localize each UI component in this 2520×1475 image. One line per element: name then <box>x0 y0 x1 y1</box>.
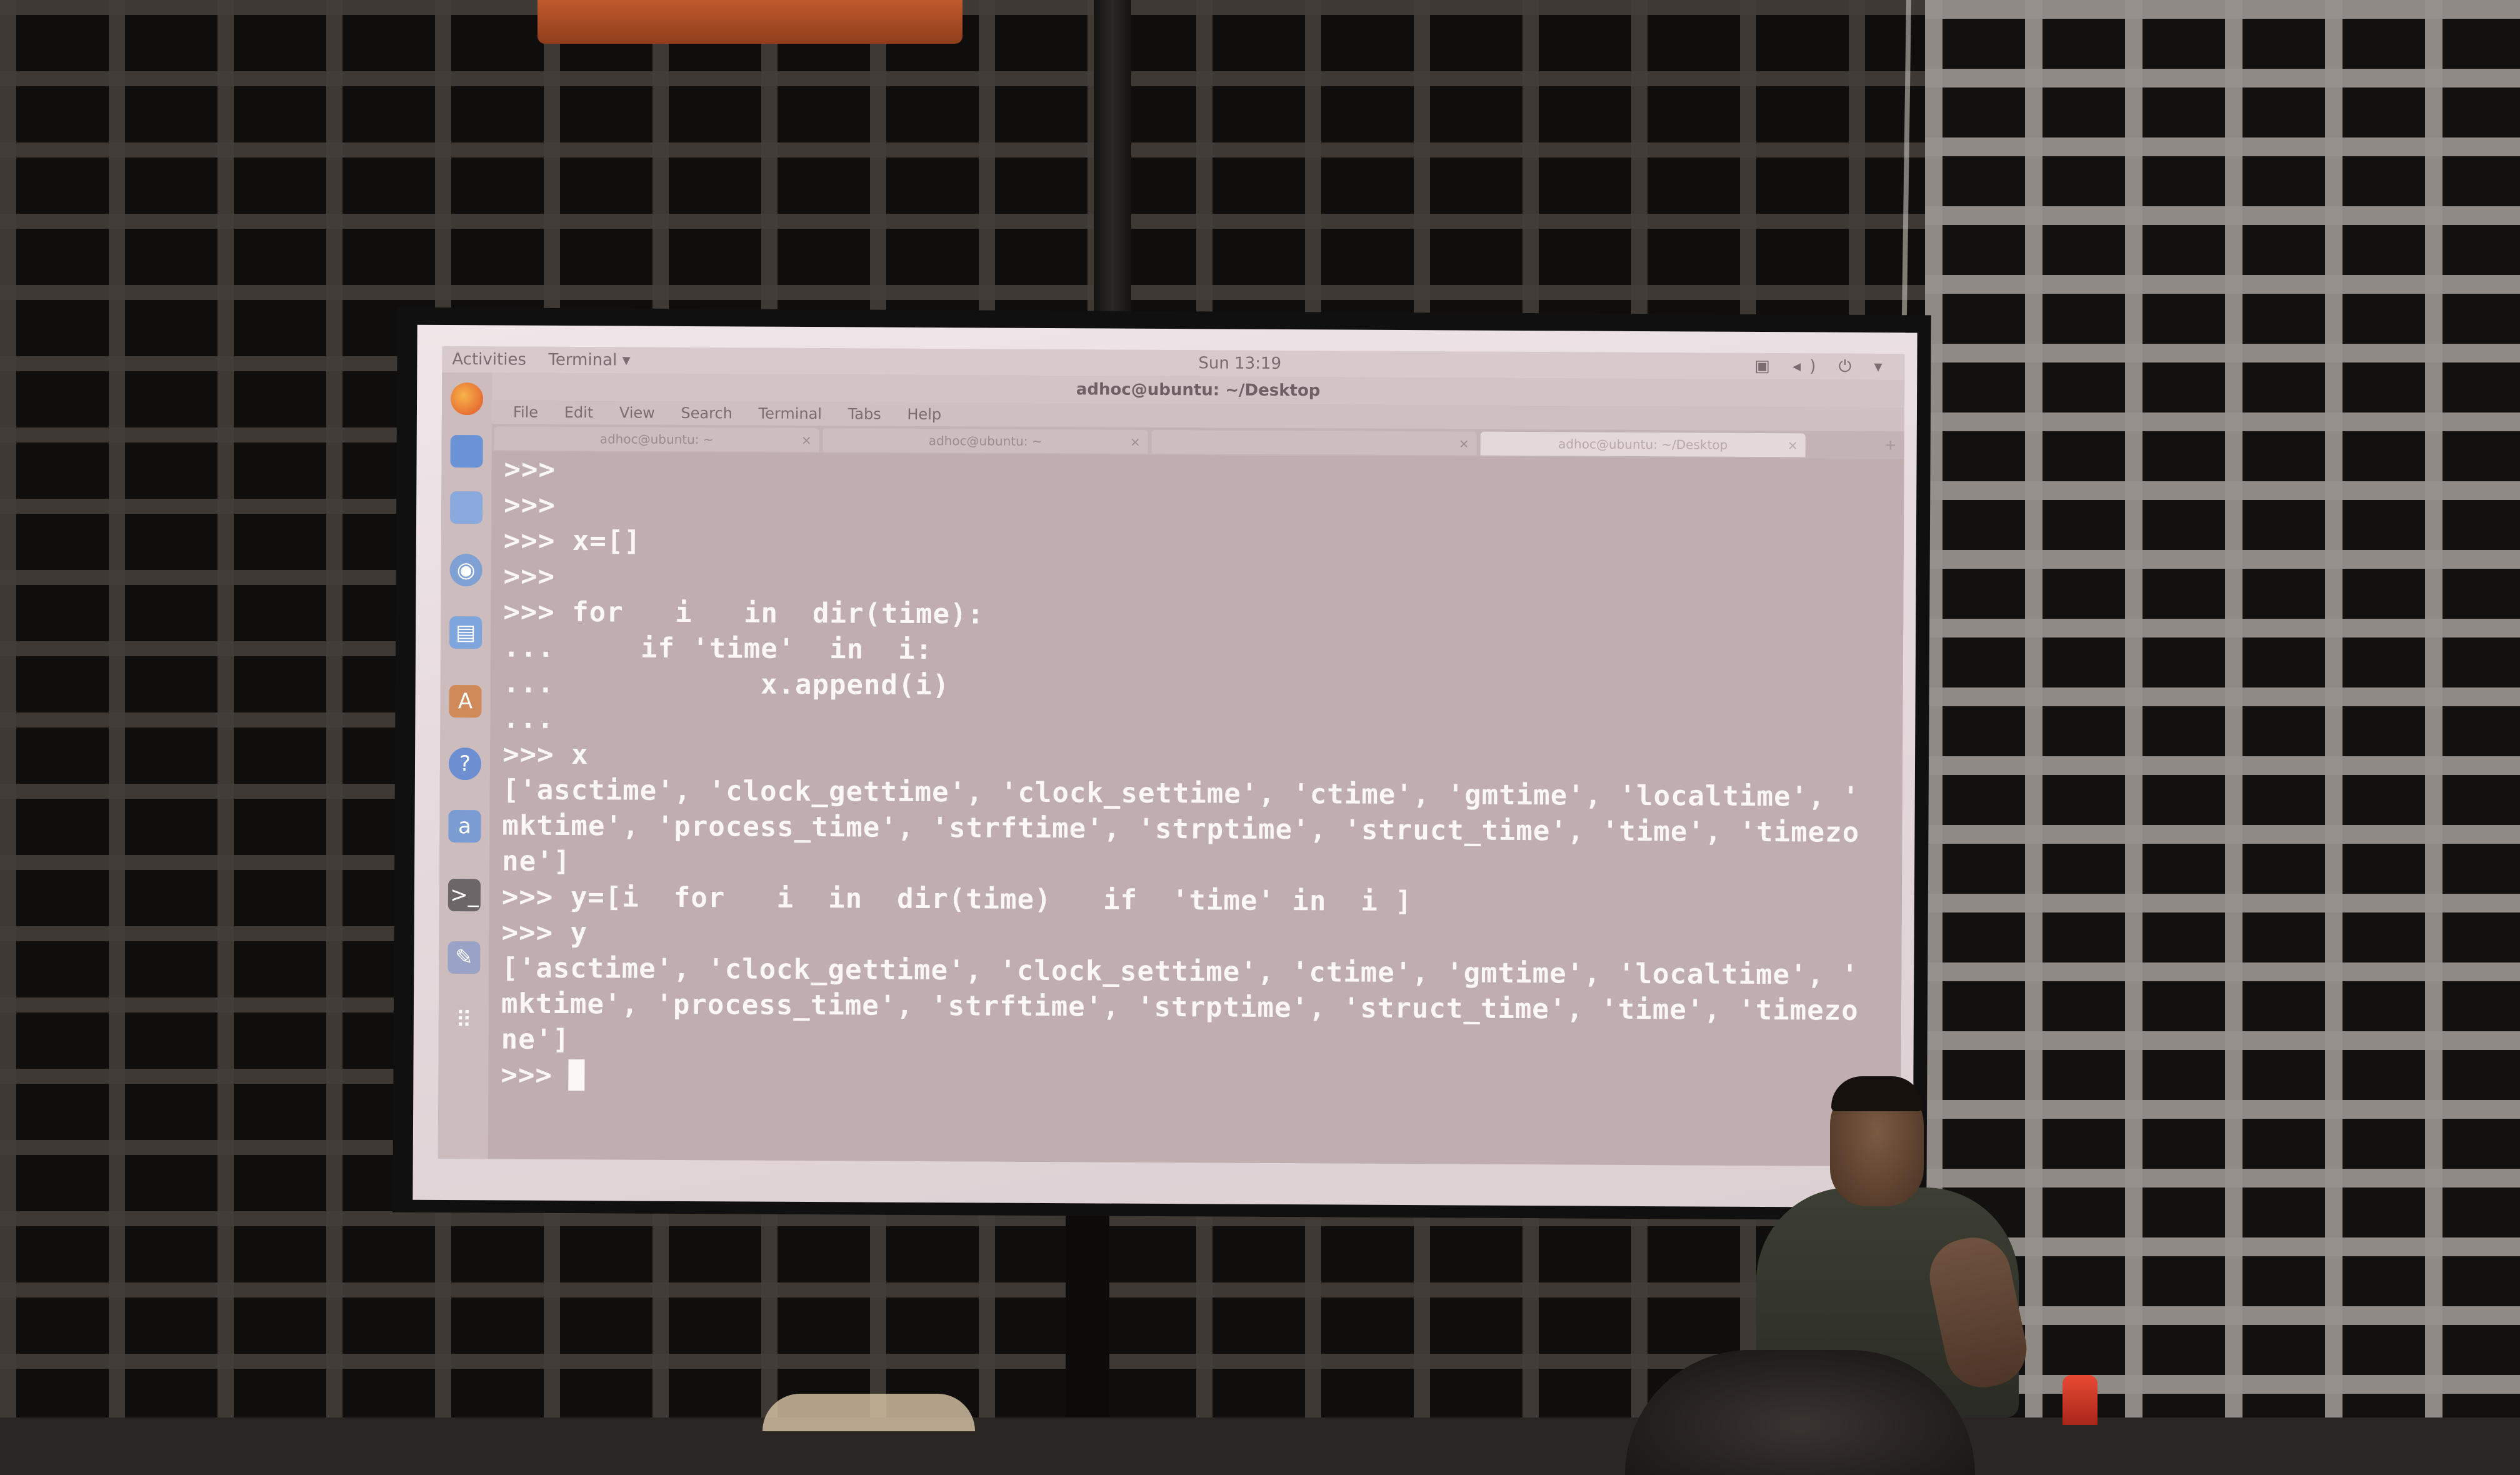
ubuntu-desktop: Activities Terminal ▾ Sun 13:19 ▣ ◂) ⏻ ▾… <box>438 346 1905 1167</box>
presenter-hair <box>1831 1076 1922 1111</box>
close-icon[interactable]: × <box>1788 433 1798 457</box>
firefox-icon[interactable] <box>450 382 484 416</box>
amazon-icon[interactable]: a <box>448 809 481 843</box>
activities-button[interactable]: Activities <box>452 346 526 373</box>
menu-tabs[interactable]: Tabs <box>848 405 881 422</box>
audience-head-left <box>762 1394 975 1431</box>
terminal-line: >>> for i in dir(time): <box>503 596 985 631</box>
close-icon[interactable]: × <box>801 428 812 452</box>
terminal-line: mktime', 'process_time', 'strftime', 'st… <box>501 988 1859 1027</box>
tab-label: adhoc@ubuntu: ~ <box>599 431 714 448</box>
terminal-line: ne'] <box>502 845 571 878</box>
ceiling-pole <box>1094 0 1131 338</box>
menu-view[interactable]: View <box>619 404 655 421</box>
tab-label: adhoc@ubuntu: ~/Desktop <box>1558 436 1728 452</box>
terminal-line: >>> x=[] <box>503 524 641 558</box>
menu-terminal[interactable]: Terminal <box>758 405 822 423</box>
libreoffice-writer-icon[interactable]: ▤ <box>449 616 482 649</box>
tab-label: adhoc@ubuntu: ~ <box>928 433 1042 449</box>
menu-file[interactable]: File <box>513 404 538 421</box>
software-center-icon[interactable]: A <box>449 685 482 718</box>
terminal-cursor <box>568 1059 585 1091</box>
projection-screen: Activities Terminal ▾ Sun 13:19 ▣ ◂) ⏻ ▾… <box>412 324 1918 1208</box>
terminal-line: >>> <box>504 453 556 486</box>
clock[interactable]: Sun 13:19 <box>1198 350 1281 377</box>
menu-help[interactable]: Help <box>907 406 941 423</box>
orange-banner <box>538 0 962 44</box>
terminal-output[interactable]: >>> >>> >>> x=[] >>> >>> for i in dir(ti… <box>488 451 1904 1167</box>
new-tab-icon[interactable]: + <box>1881 434 1901 455</box>
terminal-line: >>> <box>503 560 556 592</box>
terminal-tab[interactable]: × <box>1151 429 1477 456</box>
terminal-tab[interactable]: adhoc@ubuntu: ~ × <box>822 428 1148 454</box>
terminal-line: mktime', 'process_time', 'strftime', 'st… <box>502 809 1860 849</box>
system-status-icons[interactable]: ▣ ◂) ⏻ ▾ <box>1754 353 1891 380</box>
terminal-line: ... <box>502 702 555 735</box>
help-icon[interactable]: ? <box>448 747 482 781</box>
close-icon[interactable]: × <box>1459 431 1469 455</box>
terminal-line: ... x.append(i) <box>502 667 950 702</box>
terminal-line: >>> <box>504 489 556 521</box>
terminal-icon[interactable]: >_ <box>448 878 481 912</box>
menu-search[interactable]: Search <box>681 404 732 422</box>
ubuntu-dock: ◉ ▤ A ? a >_ ✎ ⠿ <box>438 372 492 1159</box>
files-cabinet-icon[interactable] <box>450 491 483 524</box>
rhythmbox-icon[interactable]: ◉ <box>449 554 482 587</box>
app-grid-icon[interactable]: ⠿ <box>448 1004 480 1036</box>
terminal-tab-active[interactable]: adhoc@ubuntu: ~/Desktop × <box>1480 431 1806 458</box>
close-icon[interactable]: × <box>1130 430 1141 454</box>
text-editor-icon[interactable]: ✎ <box>448 941 481 974</box>
terminal-tab[interactable]: adhoc@ubuntu: ~ × <box>494 426 819 452</box>
terminal-line: >>> y <box>501 916 588 949</box>
files-icon[interactable] <box>450 435 483 468</box>
terminal-line: >>> y=[i for i in dir(time) if 'time' in… <box>501 881 1412 918</box>
terminal-line: ne'] <box>501 1023 570 1056</box>
terminal-line: ... if 'time' in i: <box>502 631 933 666</box>
brick-wall-right <box>1925 0 2520 1418</box>
menu-edit[interactable]: Edit <box>564 404 594 421</box>
app-menu-terminal[interactable]: Terminal ▾ <box>548 347 630 374</box>
terminal-line: >>> x <box>502 738 589 771</box>
screen-stand <box>1066 1200 1109 1418</box>
water-bottle <box>2062 1375 2098 1425</box>
terminal-prompt-line: >>> <box>501 1059 570 1092</box>
